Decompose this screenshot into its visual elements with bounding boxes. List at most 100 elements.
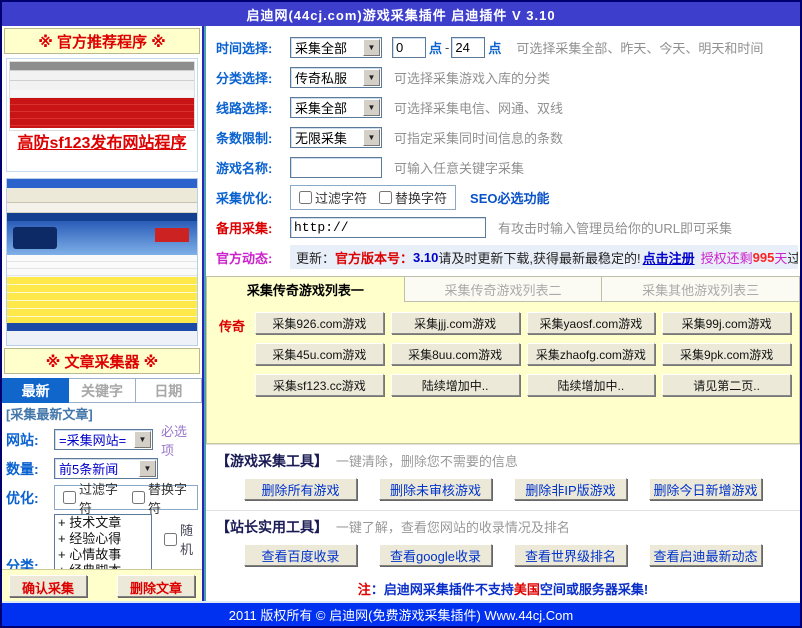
optimize-label: 优化: — [6, 488, 54, 508]
version-value: 3.10 — [413, 250, 438, 265]
line-select-label: 线路选择: — [216, 98, 290, 117]
copyright-text: 2011 版权所有 © 启迪网(免费游戏采集插件) Www.44cj.Com — [229, 605, 574, 624]
game-category-tag: 传奇 — [219, 316, 245, 335]
game-name-input[interactable] — [290, 157, 382, 178]
promo-header-text: ※ 官方推荐程序 ※ — [38, 31, 166, 52]
tab-latest[interactable]: 最新 — [2, 378, 69, 403]
filter-chars-checkbox[interactable] — [299, 191, 312, 204]
collector-site-thumbnail[interactable] — [6, 178, 198, 346]
time-range-select[interactable]: 采集全部 ▼ — [290, 37, 382, 58]
time-label: 时间选择: — [216, 38, 290, 57]
line-select[interactable]: 采集全部 ▼ — [290, 97, 382, 118]
dropdown-arrow-icon[interactable]: ▼ — [363, 99, 380, 116]
game-collect-button[interactable]: 采集jjj.com游戏 — [391, 312, 520, 334]
delete-unreviewed-games-button[interactable]: 删除未审核游戏 — [379, 478, 492, 500]
delete-today-games-button[interactable]: 删除今日新增游戏 — [649, 478, 762, 500]
check-baidu-index-button[interactable]: 查看百度收录 — [244, 544, 357, 566]
promo-thumbnail-block: 高防sf123发布网站程序 — [6, 58, 198, 172]
collector-header-text: ※ 文章采集器 ※ — [46, 351, 159, 372]
site-header — [7, 221, 197, 255]
game-collect-button[interactable]: 请见第二页.. — [662, 374, 791, 396]
article-category-listbox[interactable]: + 技术文章 + 经验心得 + 心情故事 + 经典脚本 — [54, 514, 152, 569]
game-category-select[interactable]: 传奇私服 ▼ — [290, 67, 382, 88]
game-list-tab-3[interactable]: 采集其他游戏列表三 — [602, 276, 800, 302]
dropdown-arrow-icon[interactable]: ▼ — [363, 69, 380, 86]
delete-all-games-button[interactable]: 删除所有游戏 — [244, 478, 357, 500]
backup-url-input[interactable] — [290, 217, 486, 238]
game-collect-button[interactable]: 采集45u.com游戏 — [255, 343, 384, 365]
browser-menubar — [7, 188, 197, 203]
check-google-index-button[interactable]: 查看google收录 — [379, 544, 492, 566]
game-category-value: 传奇私服 — [295, 68, 347, 87]
range-dash: - — [445, 40, 449, 55]
game-collect-button[interactable]: 采集yaosf.com游戏 — [527, 312, 656, 334]
title-bar: 启迪网(44cj.com)游戏采集插件 启迪插件 V 3.10 — [2, 2, 800, 26]
time-from-input[interactable] — [392, 37, 426, 58]
category-select-label: 分类选择: — [216, 68, 290, 87]
category-label: 分类: — [6, 556, 54, 569]
limit-row: 条数限制: 无限采集 ▼ 可指定采集同时间信息的条数 — [206, 122, 800, 152]
app-window: 启迪网(44cj.com)游戏采集插件 启迪插件 V 3.10 ※ 官方推荐程序… — [0, 0, 802, 628]
game-collect-button[interactable]: 采集926.com游戏 — [255, 312, 384, 334]
license-text: 授权还剩 — [701, 248, 753, 267]
replace-chars-label: 替换字符 — [395, 188, 447, 207]
game-list-tab-2[interactable]: 采集传奇游戏列表二 — [405, 276, 603, 302]
article-tabs: 最新 关键字 日期 — [2, 378, 202, 403]
count-label: 数量: — [6, 459, 54, 479]
game-collect-button[interactable]: 采集sf123.cc游戏 — [255, 374, 384, 396]
promo-link[interactable]: 高防sf123发布网站程序 — [9, 131, 195, 157]
random-checkbox[interactable] — [164, 533, 177, 546]
sidebar: ※ 官方推荐程序 ※ 高防sf123发布网站程序 — [2, 26, 204, 601]
filter-chars-label: 过滤字符 — [315, 188, 367, 207]
delete-non-ip-games-button[interactable]: 删除非IP版游戏 — [514, 478, 627, 500]
note-prefix: 注 — [358, 579, 371, 598]
collect-form: 时间选择: 采集全部 ▼ 点 - 点 可选择采集全部、昨天、今天、明天和时间 分… — [206, 26, 800, 272]
limit-select[interactable]: 无限采集 ▼ — [290, 127, 382, 148]
article-count-select[interactable]: 前5条新闻 ▼ — [54, 458, 158, 479]
listbox-option[interactable]: + 经验心得 — [55, 531, 151, 547]
replace-chars-checkbox-side[interactable] — [132, 491, 145, 504]
game-collect-button[interactable]: 采集99j.com游戏 — [662, 312, 791, 334]
check-world-rank-button[interactable]: 查看世界级排名 — [514, 544, 627, 566]
dropdown-arrow-icon[interactable]: ▼ — [363, 39, 380, 56]
news-label: 官方动态: — [216, 248, 290, 267]
dropdown-arrow-icon[interactable]: ▼ — [363, 129, 380, 146]
replace-chars-checkbox[interactable] — [379, 191, 392, 204]
game-tools-buttons: 删除所有游戏 删除未审核游戏 删除非IP版游戏 删除今日新增游戏 — [216, 478, 790, 500]
game-collect-button[interactable]: 采集9pk.com游戏 — [662, 343, 791, 365]
register-link[interactable]: 点击注册 — [643, 248, 695, 267]
listbox-option[interactable]: + 心情故事 — [55, 547, 151, 563]
note-highlight: 美国 — [514, 579, 540, 598]
delete-article-button[interactable]: 删除文章 — [117, 575, 195, 597]
replace-chars-option: 替换字符 — [379, 188, 447, 207]
official-news-strip: 更新： 官方版本号： 3.10 请及时更新下载,获得最新最稳定的! 点击注册 授… — [290, 245, 798, 269]
promo-header: ※ 官方推荐程序 ※ — [4, 28, 200, 54]
time-to-input[interactable] — [451, 37, 485, 58]
thumbnail-subline — [10, 90, 194, 98]
check-qidi-news-button[interactable]: 查看启迪最新动态 — [649, 544, 762, 566]
game-tools-desc: 一键清除，删除您不需要的信息 — [336, 454, 518, 469]
game-collect-button[interactable]: 陆续增加中.. — [391, 374, 520, 396]
article-count-value: 前5条新闻 — [59, 459, 118, 478]
confirm-collect-button[interactable]: 确认采集 — [9, 575, 87, 597]
listbox-option[interactable]: + 技术文章 — [55, 515, 151, 531]
line-hint: 可选择采集电信、网通、双线 — [394, 98, 563, 117]
dropdown-arrow-icon[interactable]: ▼ — [134, 431, 151, 448]
filter-chars-checkbox-side[interactable] — [63, 491, 76, 504]
collector-header: ※ 文章采集器 ※ — [4, 348, 200, 374]
game-name-row: 游戏名称: 可输入任意关键字采集 — [206, 152, 800, 182]
game-collect-button[interactable]: 采集zhaofg.com游戏 — [527, 343, 656, 365]
tab-date[interactable]: 日期 — [136, 378, 202, 403]
game-collect-button[interactable]: 采集8uu.com游戏 — [391, 343, 520, 365]
site-top-band — [7, 213, 197, 221]
thumbnail-link-grid — [10, 70, 194, 90]
game-list-tab-1[interactable]: 采集传奇游戏列表一 — [206, 276, 405, 302]
site-ad-badge — [155, 228, 189, 242]
promo-site-thumbnail[interactable] — [9, 61, 195, 131]
tab-keyword[interactable]: 关键字 — [69, 378, 135, 403]
note-text-after: 空间或服务器采集! — [540, 579, 648, 598]
update-text: 请及时更新下载,获得最新最稳定的! — [438, 248, 640, 267]
dropdown-arrow-icon[interactable]: ▼ — [139, 460, 156, 477]
game-collect-button[interactable]: 陆续增加中.. — [527, 374, 656, 396]
article-site-select[interactable]: =采集网站= ▼ — [54, 429, 153, 450]
